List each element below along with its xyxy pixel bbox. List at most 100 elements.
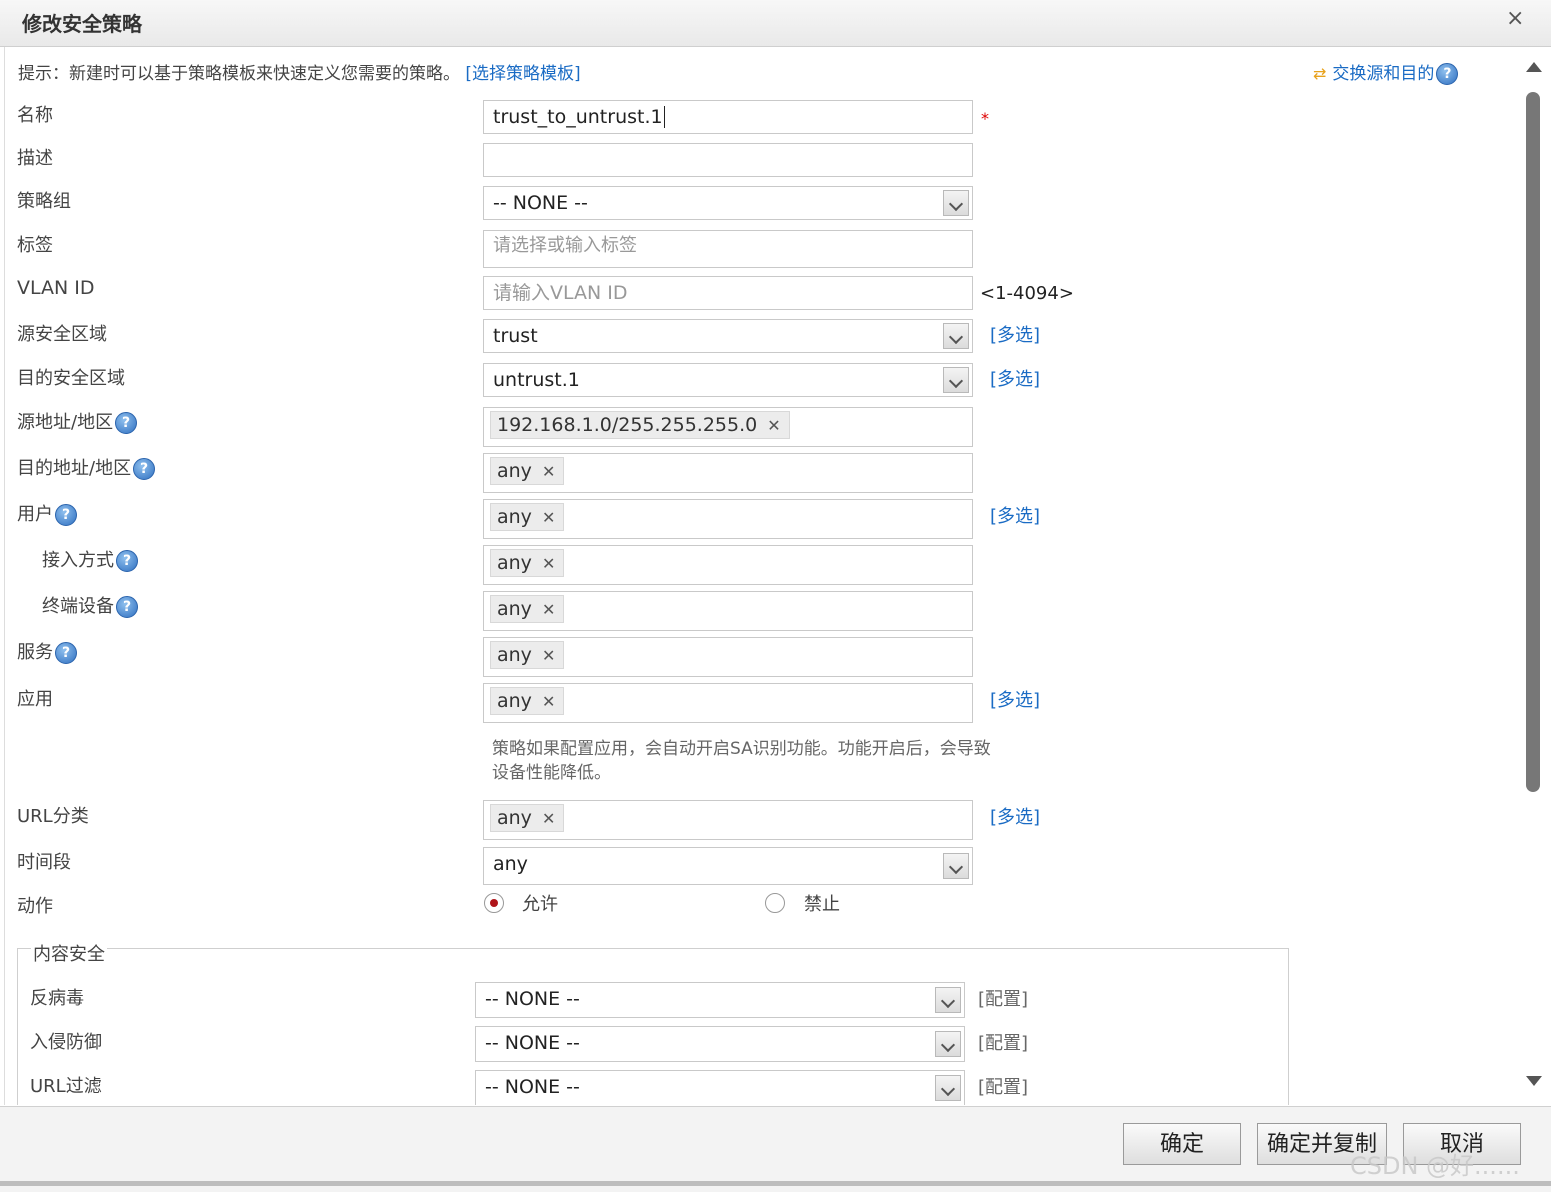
ok-button[interactable]: 确定	[1123, 1123, 1241, 1165]
vertical-scrollbar[interactable]	[1522, 60, 1544, 1096]
user-tagbox[interactable]: any ✕	[483, 499, 973, 539]
content-security-legend: 内容安全	[31, 940, 107, 966]
url-filter-select[interactable]: -- NONE --	[475, 1070, 965, 1105]
src-addr-tagbox[interactable]: 192.168.1.0/255.255.255.0 ✕	[483, 407, 973, 447]
watermark: CSDN @好......	[1350, 1152, 1520, 1180]
close-icon[interactable]: ×	[1506, 6, 1524, 31]
footer-divider	[0, 1181, 1551, 1186]
dialog-footer: 确定 确定并复制 取消	[0, 1106, 1551, 1192]
application-note: 策略如果配置应用，会自动开启SA识别功能。功能开启后，会导致设备性能降低。	[492, 739, 991, 783]
application-tagbox[interactable]: any ✕	[483, 683, 973, 723]
deny-radio[interactable]	[765, 893, 785, 913]
required-mark: *	[981, 109, 989, 128]
ips-select[interactable]: -- NONE --	[475, 1026, 965, 1062]
antivirus-label: 反病毒	[30, 988, 84, 1009]
dst-zone-select[interactable]: untrust.1	[483, 363, 973, 397]
name-label: 名称	[17, 105, 53, 126]
swap-arrows-icon: ⇄	[1313, 64, 1327, 83]
tag-label: 标签	[17, 235, 53, 256]
vlan-input[interactable]: 请输入VLAN ID	[483, 276, 973, 310]
help-icon[interactable]: ?	[116, 596, 138, 618]
scroll-up-arrow-icon[interactable]	[1526, 62, 1542, 72]
time-range-label: 时间段	[17, 852, 71, 873]
ips-label: 入侵防御	[30, 1032, 102, 1053]
application-multi-link[interactable]: [多选]	[990, 686, 1040, 712]
deny-label: 禁止	[804, 894, 840, 915]
scroll-down-arrow-icon[interactable]	[1526, 1076, 1542, 1086]
src-zone-select[interactable]: trust	[483, 319, 973, 353]
terminal-tagbox[interactable]: any ✕	[483, 591, 973, 631]
application-label: 应用	[17, 689, 53, 710]
help-icon[interactable]: ?	[115, 412, 138, 434]
hint-text: 提示：新建时可以基于策略模板来快速定义您需要的策略。 [选择策略模板]	[18, 59, 581, 84]
help-icon[interactable]: ?	[133, 458, 156, 480]
url-category-label: URL分类	[17, 806, 89, 827]
url-category-tagbox[interactable]: any ✕	[483, 800, 973, 840]
allow-label: 允许	[522, 894, 558, 915]
access-tagbox[interactable]: any ✕	[483, 545, 973, 585]
chevron-down-icon[interactable]	[943, 190, 969, 216]
service-tag: any ✕	[490, 641, 565, 669]
name-input[interactable]: trust_to_untrust.1	[483, 100, 973, 134]
address-tag: any ✕	[490, 457, 565, 485]
src-addr-label: 源地址/地区?	[17, 408, 138, 434]
dialog-titlebar: 修改安全策略 ×	[0, 0, 1551, 47]
chevron-down-icon[interactable]	[943, 367, 969, 393]
dialog-title: 修改安全策略	[22, 12, 142, 36]
select-template-link[interactable]: [选择策略模板]	[465, 64, 580, 84]
chevron-down-icon[interactable]	[935, 1031, 961, 1057]
chevron-down-icon[interactable]	[935, 987, 961, 1013]
description-label: 描述	[17, 148, 53, 169]
chevron-down-icon[interactable]	[943, 323, 969, 349]
dst-addr-label: 目的地址/地区?	[17, 454, 156, 480]
antivirus-select[interactable]: -- NONE --	[475, 982, 965, 1018]
src-zone-label: 源安全区域	[17, 324, 107, 345]
dialog-content: 提示：新建时可以基于策略模板来快速定义您需要的策略。 [选择策略模板] ⇄ 交换源…	[4, 47, 1522, 1105]
user-multi-link[interactable]: [多选]	[990, 502, 1040, 528]
swap-src-dst-link[interactable]: ⇄ 交换源和目的?	[1313, 59, 1459, 85]
remove-tag-icon[interactable]: ✕	[542, 462, 555, 481]
swap-label: 交换源和目的	[1332, 64, 1435, 84]
vlan-label: VLAN ID	[17, 277, 95, 299]
dst-zone-multi-link[interactable]: [多选]	[990, 365, 1040, 391]
policy-group-label: 策略组	[17, 191, 71, 212]
hint-prefix: 提示：新建时可以基于策略模板来快速定义您需要的策略。	[18, 64, 460, 84]
help-icon[interactable]: ?	[55, 642, 77, 664]
remove-tag-icon[interactable]: ✕	[767, 416, 780, 435]
url-category-multi-link[interactable]: [多选]	[990, 803, 1040, 829]
chevron-down-icon[interactable]	[943, 853, 969, 879]
scrollbar-thumb[interactable]	[1526, 92, 1540, 792]
remove-tag-icon[interactable]: ✕	[542, 600, 555, 619]
help-icon[interactable]: ?	[116, 550, 138, 572]
allow-radio[interactable]	[484, 893, 504, 913]
remove-tag-icon[interactable]: ✕	[542, 508, 555, 527]
access-tag: any ✕	[490, 549, 565, 577]
url-category-tag: any ✕	[490, 804, 565, 832]
remove-tag-icon[interactable]: ✕	[542, 692, 555, 711]
description-input[interactable]	[483, 143, 973, 177]
policy-group-select[interactable]: -- NONE --	[483, 186, 973, 220]
chevron-down-icon[interactable]	[935, 1075, 961, 1101]
antivirus-config-link[interactable]: [配置]	[978, 985, 1028, 1011]
help-icon[interactable]: ?	[55, 504, 77, 526]
src-zone-multi-link[interactable]: [多选]	[990, 321, 1040, 347]
service-tagbox[interactable]: any ✕	[483, 637, 973, 677]
url-filter-label: URL过滤	[30, 1076, 102, 1097]
address-tag: 192.168.1.0/255.255.255.0 ✕	[490, 411, 790, 439]
remove-tag-icon[interactable]: ✕	[542, 646, 555, 665]
service-label: 服务?	[17, 638, 77, 664]
application-tag: any ✕	[490, 687, 565, 715]
dst-zone-label: 目的安全区域	[17, 368, 125, 389]
dst-addr-tagbox[interactable]: any ✕	[483, 453, 973, 493]
ips-config-link[interactable]: [配置]	[978, 1029, 1028, 1055]
time-range-select[interactable]: any	[483, 847, 973, 885]
tag-input[interactable]: 请选择或输入标签	[483, 230, 973, 268]
user-label: 用户?	[17, 500, 77, 526]
remove-tag-icon[interactable]: ✕	[542, 554, 555, 573]
terminal-tag: any ✕	[490, 595, 565, 623]
help-icon[interactable]: ?	[1436, 63, 1459, 85]
terminal-label: 终端设备?	[42, 592, 138, 618]
user-tag: any ✕	[490, 503, 565, 531]
remove-tag-icon[interactable]: ✕	[542, 809, 555, 828]
url-filter-config-link[interactable]: [配置]	[978, 1073, 1028, 1099]
